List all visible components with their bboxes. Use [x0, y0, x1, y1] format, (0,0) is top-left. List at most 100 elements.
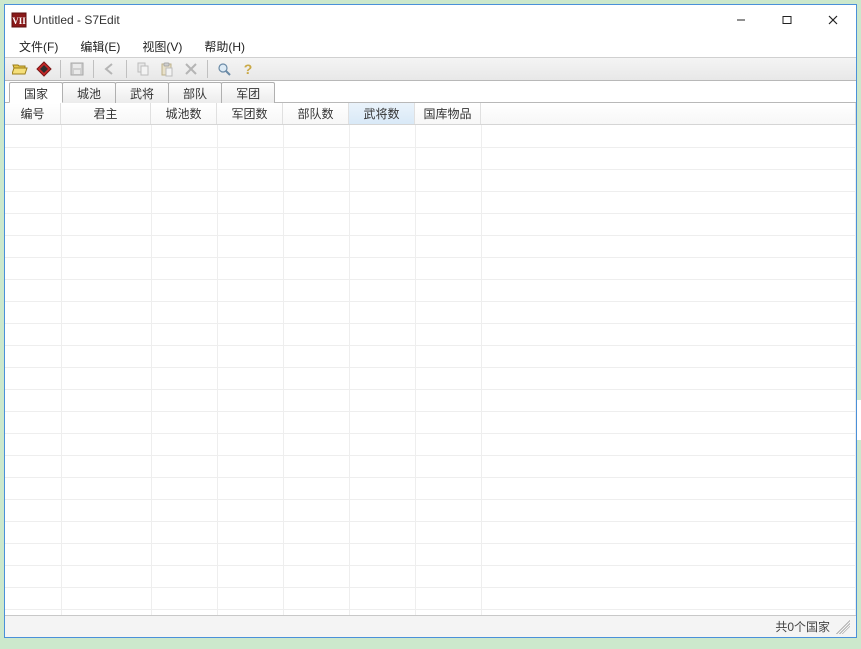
table-row[interactable] — [5, 257, 856, 279]
table-row[interactable] — [5, 235, 856, 257]
table-cell — [283, 587, 349, 609]
table-row[interactable] — [5, 521, 856, 543]
table-cell — [415, 455, 481, 477]
tab-corps[interactable]: 军团 — [221, 82, 275, 103]
tab-general[interactable]: 武将 — [115, 82, 169, 103]
table-cell — [217, 565, 283, 587]
table-row[interactable] — [5, 323, 856, 345]
menu-edit[interactable]: 编辑(E) — [76, 36, 124, 57]
tab-city[interactable]: 城池 — [62, 82, 116, 103]
table-cell — [415, 345, 481, 367]
table-row[interactable] — [5, 367, 856, 389]
table-cell — [61, 543, 151, 565]
table-row[interactable] — [5, 213, 856, 235]
table-cell — [217, 587, 283, 609]
table-cell — [283, 169, 349, 191]
table-cell — [61, 257, 151, 279]
table-cell — [5, 257, 61, 279]
menu-view[interactable]: 视图(V) — [138, 36, 186, 57]
table-cell-filler — [481, 411, 856, 433]
table-cell — [283, 521, 349, 543]
table-cell — [283, 455, 349, 477]
find-button[interactable] — [213, 59, 235, 79]
table-row[interactable] — [5, 433, 856, 455]
table-cell — [283, 367, 349, 389]
column-header-label: 国库物品 — [423, 105, 471, 122]
table-row[interactable] — [5, 543, 856, 565]
koei-button[interactable] — [33, 59, 55, 79]
tabstrip: 国家城池武将部队军团 — [5, 81, 856, 103]
tab-troop[interactable]: 部队 — [168, 82, 222, 103]
table-cell — [151, 323, 217, 345]
table-row[interactable] — [5, 345, 856, 367]
resize-grip-icon[interactable] — [836, 620, 850, 634]
minimize-button[interactable] — [718, 5, 764, 35]
table-row[interactable] — [5, 169, 856, 191]
close-button[interactable] — [810, 5, 856, 35]
table-cell — [151, 521, 217, 543]
table-cell — [61, 477, 151, 499]
table-cell — [5, 301, 61, 323]
table-cell — [415, 433, 481, 455]
table-cell — [217, 323, 283, 345]
help-button[interactable]: ? — [237, 59, 259, 79]
table-cell — [61, 345, 151, 367]
tab-label: 国家 — [24, 87, 48, 101]
table-cell — [415, 587, 481, 609]
delete-button[interactable] — [180, 59, 202, 79]
copy-button[interactable] — [132, 59, 154, 79]
menu-help[interactable]: 帮助(H) — [200, 36, 249, 57]
paste-button[interactable] — [156, 59, 178, 79]
column-header-no[interactable]: 编号 — [5, 103, 61, 124]
table-row[interactable] — [5, 565, 856, 587]
table-row[interactable] — [5, 279, 856, 301]
table-cell — [349, 169, 415, 191]
open-button[interactable] — [9, 59, 31, 79]
table-cell — [5, 411, 61, 433]
table-row[interactable] — [5, 499, 856, 521]
table-cell — [217, 301, 283, 323]
table-cell — [283, 125, 349, 147]
table-cell — [151, 367, 217, 389]
column-header-generals[interactable]: 武将数 — [349, 103, 415, 124]
table-row[interactable] — [5, 455, 856, 477]
table-cell-filler — [481, 543, 856, 565]
table-cell — [283, 147, 349, 169]
column-header-warehouse[interactable]: 国库物品 — [415, 103, 481, 124]
table-cell-filler — [481, 147, 856, 169]
table-row[interactable] — [5, 389, 856, 411]
back-button[interactable] — [99, 59, 121, 79]
column-header-lord[interactable]: 君主 — [61, 103, 151, 124]
table-row[interactable] — [5, 191, 856, 213]
table-cell-filler — [481, 257, 856, 279]
table-row[interactable] — [5, 125, 856, 147]
table-cell — [61, 455, 151, 477]
tab-country[interactable]: 国家 — [9, 82, 63, 103]
table-cell — [415, 323, 481, 345]
table-row[interactable] — [5, 301, 856, 323]
table-row[interactable] — [5, 411, 856, 433]
maximize-button[interactable] — [764, 5, 810, 35]
table-cell — [5, 125, 61, 147]
column-header-corps[interactable]: 军团数 — [217, 103, 283, 124]
table-cell — [349, 543, 415, 565]
table-cell — [61, 323, 151, 345]
table-cell-filler — [481, 565, 856, 587]
save-button[interactable] — [66, 59, 88, 79]
table-row[interactable] — [5, 587, 856, 609]
table-cell — [349, 213, 415, 235]
table-row[interactable] — [5, 477, 856, 499]
column-header-cities[interactable]: 城池数 — [151, 103, 217, 124]
table-cell — [283, 301, 349, 323]
toolbar-separator — [60, 60, 61, 78]
svg-text:?: ? — [244, 61, 253, 77]
table-cell — [5, 477, 61, 499]
grid-body[interactable] — [5, 125, 856, 615]
menu-file[interactable]: 文件(F) — [15, 36, 62, 57]
table-cell — [217, 345, 283, 367]
table-cell — [151, 257, 217, 279]
titlebar[interactable]: VII Untitled - S7Edit — [5, 5, 856, 35]
column-header-troops[interactable]: 部队数 — [283, 103, 349, 124]
table-row[interactable] — [5, 147, 856, 169]
table-cell-filler — [481, 367, 856, 389]
